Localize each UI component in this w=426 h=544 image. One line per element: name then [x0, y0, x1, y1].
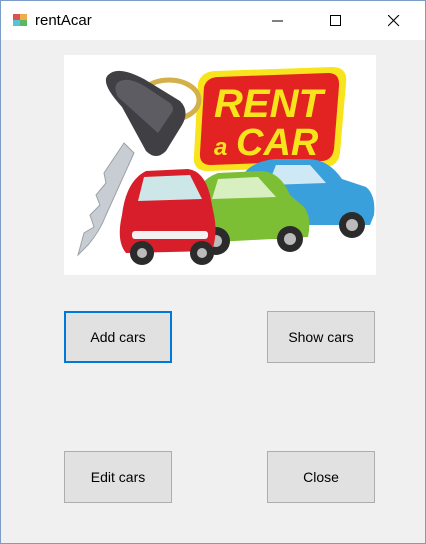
logo-graphic: RENT a CAR [77, 67, 375, 265]
sign-rent-text: RENT [214, 82, 326, 126]
maximize-icon [330, 14, 341, 26]
sign-car-text: CAR [236, 122, 319, 164]
close-icon [388, 14, 400, 26]
edit-cars-button[interactable]: Edit cars [64, 451, 172, 503]
app-icon [13, 14, 27, 26]
title-bar[interactable]: rentAcar [1, 1, 425, 40]
close-window-button[interactable] [371, 1, 417, 40]
minimize-icon [272, 20, 283, 21]
close-button[interactable]: Close [267, 451, 375, 503]
rent-a-car-sign: RENT a CAR [193, 67, 347, 171]
minimize-button[interactable] [255, 1, 301, 40]
app-window: rentAcar RENT a CAR Add cars Show cars E… [0, 0, 426, 544]
add-cars-button[interactable]: Add cars [64, 311, 172, 363]
rent-a-car-logo: RENT a CAR [64, 55, 376, 275]
form-client-area: RENT a CAR Add cars Show cars Edit cars … [1, 40, 425, 543]
sign-a-text: a [214, 134, 227, 161]
window-title: rentAcar [35, 12, 92, 29]
red-car [119, 169, 216, 265]
maximize-button[interactable] [313, 1, 359, 40]
show-cars-button[interactable]: Show cars [267, 311, 375, 363]
